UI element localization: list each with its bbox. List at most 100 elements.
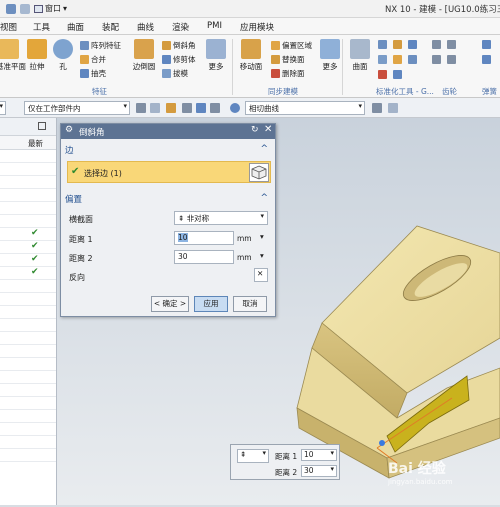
list-item[interactable] [0,189,56,202]
list-item[interactable] [0,319,56,332]
list-item[interactable] [0,371,56,384]
list-item[interactable]: ✔ [0,241,56,254]
list-item[interactable] [0,202,56,215]
select-all-icon[interactable] [136,103,146,113]
list-item[interactable]: ✔ [0,228,56,241]
list-item[interactable] [0,358,56,371]
maximize-icon[interactable] [38,122,46,130]
pattern-feature-button[interactable]: 阵列特征 [80,40,121,51]
gear-tool-button[interactable] [447,40,456,49]
list-item[interactable] [0,163,56,176]
tab-applications[interactable]: 应用模块 [240,21,274,33]
list-item[interactable] [0,306,56,319]
distance2-input[interactable]: 30 [174,250,234,264]
tab-render[interactable]: 渲染 [172,21,189,33]
chamfer-button[interactable]: 倒斜角 [162,40,196,51]
surface-button[interactable]: 曲面 [347,39,373,72]
list-item[interactable] [0,280,56,293]
distance1-input[interactable]: 10 [174,231,234,245]
section-offset[interactable]: 偏置 ^ [65,193,272,207]
select-edge-button[interactable] [249,163,269,182]
more-feature-button[interactable]: 更多 [203,39,229,72]
standard-tool-button[interactable] [393,70,402,79]
list-item[interactable] [0,423,56,436]
apply-button[interactable]: 应用 [194,296,228,312]
list-item[interactable] [0,345,56,358]
select-edge-row[interactable]: ✔ 选择边 (1) [67,161,271,183]
tab-curve[interactable]: 曲线 [137,21,154,33]
gear-icon[interactable]: ⚙ [65,125,73,135]
list-item[interactable] [0,150,56,163]
list-item[interactable] [0,449,56,462]
reset-icon[interactable]: ↻ [251,125,259,135]
chevron-down-icon[interactable]: ▾ [260,251,264,260]
deselect-icon[interactable] [150,103,160,113]
close-icon[interactable]: ✕ [264,124,272,135]
type-filter-dropdown[interactable]: ▾ [0,101,6,115]
float-d2-input[interactable]: 30 ▾ [301,465,337,477]
spring-tool-button[interactable] [482,55,491,64]
list-item[interactable] [0,397,56,410]
list-item[interactable] [0,332,56,345]
unite-button[interactable]: 合并 [80,54,106,65]
tab-pmi[interactable]: PMI [207,21,222,31]
view-orient-icon[interactable] [230,103,240,113]
move-face-button[interactable]: 移动面 [238,39,264,72]
standard-tool-button[interactable] [408,55,417,64]
cancel-button[interactable]: 取消 [233,296,267,312]
more-sync-button[interactable]: 更多 [317,39,343,72]
list-item[interactable] [0,293,56,306]
standard-tool-button[interactable] [378,40,387,49]
offset-region-button[interactable]: 偏置区域 [271,40,312,51]
snap-point-icon[interactable] [166,103,176,113]
curve-rule-dropdown[interactable]: 相切曲线 ▾ [245,101,365,115]
standard-tool-button[interactable] [393,55,402,64]
tab-assembly[interactable]: 装配 [102,21,119,33]
draft-button[interactable]: 拔模 [162,68,188,79]
gear-tool-button[interactable] [447,55,456,64]
float-d1-input[interactable]: 10 ▾ [301,449,337,461]
hole-button[interactable]: 孔 [50,39,76,72]
standard-tool-button[interactable] [378,70,387,79]
selection-intent-icon[interactable] [388,103,398,113]
distance-handle[interactable] [379,440,385,446]
selection-scope-dropdown[interactable]: 仅在工作部件内 ▾ [24,101,130,115]
chevron-down-icon[interactable]: ▾ [260,232,264,241]
window-menu[interactable]: 窗口 ▾ [34,3,67,14]
cross-section-dropdown[interactable]: ⇞ 非对称 ▾ [174,211,268,225]
standard-tool-button[interactable] [408,40,417,49]
replace-face-button[interactable]: 替换面 [271,54,305,65]
shell-button[interactable]: 抽壳 [80,68,106,79]
delete-face-button[interactable]: 删除面 [271,68,305,79]
part-icon[interactable] [6,3,16,14]
standard-tool-button[interactable] [378,55,387,64]
extrude-button[interactable]: 拉伸 [24,39,50,72]
point-on-curve-icon[interactable] [182,103,192,113]
trim-body-button[interactable]: 修剪体 [162,54,196,65]
spring-tool-button[interactable] [482,40,491,49]
list-item[interactable] [0,410,56,423]
midpoint-icon[interactable] [210,103,220,113]
list-item[interactable]: ✔ [0,267,56,280]
standard-tool-button[interactable] [393,40,402,49]
list-item[interactable] [0,436,56,449]
endpoint-icon[interactable] [196,103,206,113]
tab-view[interactable]: 视图 [0,21,17,33]
tab-surface[interactable]: 曲面 [67,21,84,33]
list-item[interactable] [0,176,56,189]
ok-button[interactable]: < 确定 > [151,296,189,312]
undo-icon[interactable] [20,3,30,14]
selection-intent-icon[interactable] [372,103,382,113]
gear-tool-button[interactable] [432,55,441,64]
cross-section-mini-dropdown[interactable]: ⇞ ▾ [237,449,269,463]
list-item[interactable] [0,384,56,397]
section-edge[interactable]: 边 ^ [65,144,272,158]
reverse-direction-button[interactable]: ✕ [254,268,268,282]
navigator-column-header[interactable]: 最新 [0,136,56,150]
edge-blend-button[interactable]: 边倒圆 [131,39,157,72]
datum-plane-button[interactable]: 基准平面 [0,39,26,72]
gear-tool-button[interactable] [432,40,441,49]
list-item[interactable]: ✔ [0,254,56,267]
tab-tools[interactable]: 工具 [33,21,50,33]
list-item[interactable] [0,215,56,228]
